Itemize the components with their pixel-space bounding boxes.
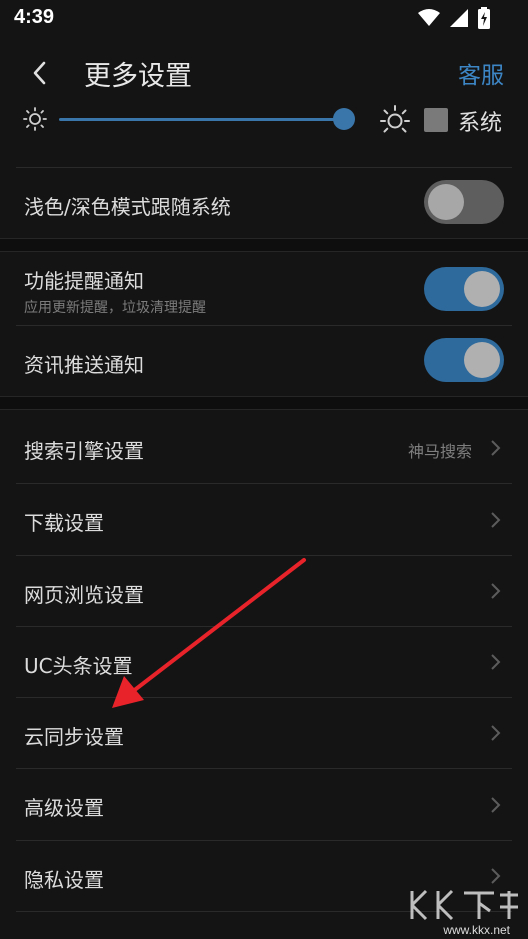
advanced-settings-row[interactable]: 高级设置 (0, 769, 528, 840)
feature-notify-subtitle: 应用更新提醒，垃圾清理提醒 (24, 300, 206, 316)
chevron-right-icon (491, 440, 501, 456)
chevron-right-icon (491, 654, 501, 670)
chevron-right-icon (491, 583, 501, 599)
uc-headlines-settings-row[interactable]: UC头条设置 (0, 627, 528, 697)
battery-icon (478, 7, 490, 29)
toggle-knob (464, 342, 500, 378)
search-engine-value: 神马搜索 (407, 442, 472, 461)
news-notify-toggle[interactable] (424, 338, 504, 382)
brightness-row: 系统 (0, 100, 528, 140)
chevron-right-icon (491, 797, 501, 813)
search-engine-settings-row[interactable]: 搜索引擎设置 神马搜索 (0, 412, 528, 483)
news-notify-row[interactable]: 资讯推送通知 (0, 326, 528, 396)
feature-notify-label: 功能提醒通知 (24, 269, 144, 293)
section-gap (0, 396, 528, 410)
brightness-slider-thumb[interactable] (333, 108, 355, 130)
wifi-icon (418, 9, 440, 26)
status-icons (418, 7, 490, 29)
theme-follow-system-row[interactable]: 浅色/深色模式跟随系统 (0, 168, 528, 238)
signal-icon (450, 9, 468, 27)
section-gap (0, 238, 528, 252)
list-item-label: 搜索引擎设置 (24, 439, 144, 463)
header: 更多设置 客服 (0, 50, 528, 96)
back-button[interactable] (26, 56, 54, 90)
theme-follow-system-toggle[interactable] (424, 180, 504, 224)
list-item-label: UC头条设置 (24, 654, 133, 678)
toggle-knob (428, 184, 464, 220)
page-title: 更多设置 (84, 61, 192, 92)
chevron-right-icon (491, 868, 501, 884)
status-bar: 4:39 (0, 0, 528, 36)
download-settings-row[interactable]: 下载设置 (0, 484, 528, 555)
list-item-label: 网页浏览设置 (24, 583, 144, 607)
watermark-text: www.kkx.net (443, 923, 510, 937)
chevron-right-icon (491, 512, 501, 528)
toggle-knob (464, 271, 500, 307)
brightness-high-icon (380, 105, 410, 133)
chevron-right-icon (491, 725, 501, 741)
chevron-left-icon (33, 61, 46, 85)
brightness-slider-track[interactable] (59, 118, 345, 121)
system-brightness-checkbox[interactable] (424, 108, 448, 132)
status-time: 4:39 (14, 6, 55, 28)
feature-notify-row[interactable]: 功能提醒通知 应用更新提醒，垃圾清理提醒 (0, 253, 528, 325)
list-item-label: 高级设置 (24, 796, 104, 820)
theme-follow-system-label: 浅色/深色模式跟随系统 (24, 195, 231, 219)
news-notify-label: 资讯推送通知 (24, 353, 144, 377)
watermark-logo: www.kkx.net (402, 885, 522, 937)
web-browsing-settings-row[interactable]: 网页浏览设置 (0, 556, 528, 626)
watermark-logo-mark (410, 889, 518, 921)
list-item-label: 云同步设置 (24, 725, 124, 749)
customer-service-link[interactable]: 客服 (458, 56, 504, 90)
list-item-label: 隐私设置 (24, 868, 104, 892)
list-item-label: 下载设置 (24, 511, 104, 535)
feature-notify-toggle[interactable] (424, 267, 504, 311)
system-brightness-label: 系统 (458, 111, 503, 136)
cloud-sync-settings-row[interactable]: 云同步设置 (0, 698, 528, 768)
brightness-low-icon (23, 107, 47, 131)
